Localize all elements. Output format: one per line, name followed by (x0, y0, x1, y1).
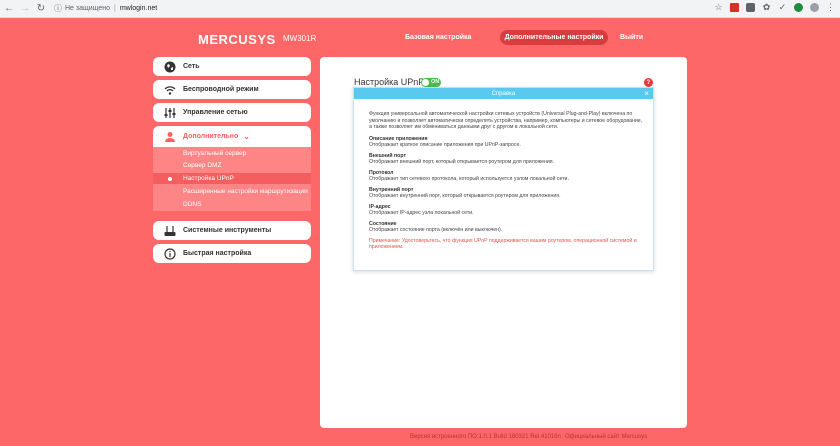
chevron-down-icon: ⌄ (243, 132, 250, 141)
model-name: MW301R (283, 34, 317, 43)
dialog-header: Справка × (354, 88, 653, 99)
address-separator: | (114, 5, 116, 12)
star-icon[interactable]: ☆ (713, 2, 724, 13)
url-text[interactable]: mwlogin.net (120, 5, 157, 12)
globe-icon (164, 61, 176, 73)
toggle-label: ON (431, 79, 440, 85)
info-icon[interactable]: ⓘ (54, 3, 62, 14)
selected-dot-icon (168, 177, 172, 181)
sidebar-item-label: Беспроводной режим (183, 86, 259, 93)
help-dialog: Справка × Функция универсальной автомати… (353, 87, 654, 271)
security-status: Не защищено (65, 5, 110, 12)
sidebar-item-network-control[interactable]: Управление сетью (153, 103, 311, 122)
dialog-title: Справка (491, 90, 516, 97)
reload-icon[interactable]: ↻ (34, 2, 48, 16)
sidebar-item-label: Системные инструменты (183, 227, 272, 234)
extension-check-icon[interactable]: ✓ (777, 2, 788, 13)
sidebar-item-label: Дополнительно (183, 133, 239, 140)
submenu-dmz[interactable]: Сервер DMZ (183, 162, 221, 169)
submenu-virtual-server[interactable]: Виртуальный сервер (183, 150, 246, 157)
submenu-advanced-routing[interactable]: Расширенные настройки маршрутизации (183, 188, 308, 195)
nav-exit[interactable]: Выйти (620, 30, 643, 45)
nav-advanced-settings[interactable]: Дополнительные настройки (500, 30, 608, 45)
advanced-submenu: Виртуальный сервер Сервер DMZ Настройка … (153, 147, 311, 211)
close-icon[interactable]: × (644, 89, 649, 98)
dialog-note: Примечание: Удостоверьтесь, что функция … (369, 237, 637, 251)
sidebar-item-system-tools[interactable]: Системные инструменты (153, 221, 311, 240)
nav-basic-settings[interactable]: Базовая настройка (405, 30, 471, 45)
user-icon (164, 131, 176, 143)
extension-pocket-icon[interactable] (745, 2, 756, 13)
profile-icon[interactable] (809, 2, 820, 13)
term-description: Отображает тип сетевого протокола, котор… (369, 176, 569, 182)
sidebar-item-network[interactable]: Сеть (153, 57, 311, 76)
submenu-ddns[interactable]: DDNS (183, 201, 201, 208)
forward-arrow-icon[interactable]: → (18, 2, 32, 16)
help-icon[interactable]: ? (644, 78, 653, 87)
wifi-icon (164, 84, 176, 96)
firmware-version: Версия встроенного ПО:1.0.1 Build 180321… (410, 434, 561, 440)
official-site-link[interactable]: Официальный сайт Mercusys (565, 434, 647, 440)
term-description: Отображает внешний порт, который открыва… (369, 159, 554, 165)
extension-evernote-icon[interactable] (793, 2, 804, 13)
sliders-icon (164, 107, 176, 119)
extension-icons: ☆ ✿ ✓ ⋮ (713, 2, 836, 13)
sidebar-item-label: Управление сетью (183, 109, 248, 116)
menu-dots-icon[interactable]: ⋮ (825, 2, 836, 13)
submenu-upnp[interactable]: Настройка UPnP (183, 175, 234, 182)
extension-red-icon[interactable] (729, 2, 740, 13)
sidebar-item-advanced[interactable]: Дополнительно ⌄ (153, 126, 311, 147)
term-description: Отображает состояние порта (включён или … (369, 227, 503, 233)
term-description: Отображает краткое описание приложения п… (369, 142, 521, 148)
back-arrow-icon[interactable]: ← (2, 2, 16, 16)
toggle-knob (422, 79, 429, 86)
dialog-body: Функция универсальной автоматической нас… (369, 111, 644, 251)
term-description: Отображает внутренний порт, который откр… (369, 193, 561, 199)
address-bar[interactable]: ⓘ Не защищено | mwlogin.net (54, 2, 157, 16)
sidebar-item-label: Сеть (183, 63, 200, 70)
brand-logo: MERCUSYS (198, 32, 276, 47)
router-icon (164, 225, 176, 237)
extension-leaf-icon[interactable]: ✿ (761, 2, 772, 13)
info-circle-icon (164, 247, 176, 260)
browser-toolbar: ← → ↻ ⓘ Не защищено | mwlogin.net ☆ ✿ ✓ … (0, 0, 840, 18)
dialog-intro: Функция универсальной автоматической нас… (369, 111, 643, 130)
term-description: Отображает IP-адрес узла локальной сети. (369, 210, 474, 216)
sidebar-item-wireless[interactable]: Беспроводной режим (153, 80, 311, 99)
page-title: Настройка UPnP (354, 77, 425, 87)
sidebar-item-quick-setup[interactable]: Быстрая настройка (153, 244, 311, 263)
sidebar-item-label: Быстрая настройка (183, 250, 252, 257)
